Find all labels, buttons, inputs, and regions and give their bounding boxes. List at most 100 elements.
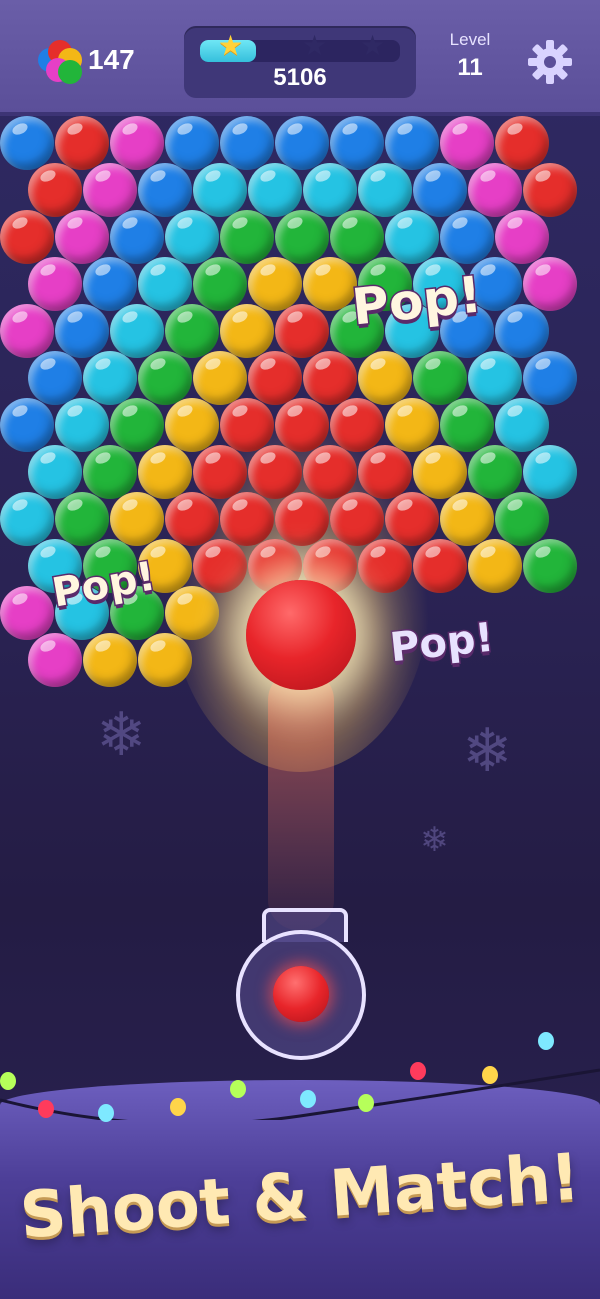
bubble	[55, 210, 109, 264]
light-bulb	[98, 1104, 114, 1122]
bubble	[192, 351, 247, 405]
aim-trail	[268, 670, 334, 930]
light-bulb	[538, 1032, 554, 1050]
bubble	[302, 351, 357, 405]
bubble	[0, 304, 54, 358]
light-bulb	[38, 1100, 54, 1118]
bubble	[440, 398, 494, 452]
bubble	[27, 257, 82, 311]
bubble	[302, 445, 357, 499]
bubble	[82, 163, 137, 217]
bubble	[165, 586, 219, 640]
bubble	[55, 398, 109, 452]
snowflake-icon: ❄	[96, 700, 147, 770]
bubble	[137, 445, 192, 499]
bubble	[137, 633, 192, 687]
bubble	[137, 351, 192, 405]
bubble	[495, 492, 549, 546]
bubble	[385, 492, 439, 546]
level-label: Level	[449, 30, 491, 49]
bubble	[357, 351, 412, 405]
gear-icon[interactable]	[526, 38, 574, 86]
shot-bubble	[246, 580, 356, 690]
bubble	[330, 116, 384, 170]
bubble	[467, 445, 522, 499]
light-bulb	[410, 1062, 426, 1080]
bubble	[467, 351, 522, 405]
bubble	[165, 492, 219, 546]
bubble	[110, 398, 164, 452]
bubble	[192, 257, 247, 311]
bubble	[220, 398, 274, 452]
star-icon: ★	[302, 29, 328, 62]
bubble	[247, 257, 302, 311]
light-bulb	[358, 1094, 374, 1112]
bubble	[330, 492, 384, 546]
bubble	[495, 210, 549, 264]
bubble	[0, 398, 54, 452]
bubble	[137, 257, 192, 311]
level-value: 11	[457, 54, 483, 81]
bubble	[110, 116, 164, 170]
score-value: 5106	[273, 64, 327, 91]
bubble	[385, 116, 439, 170]
light-bulb	[482, 1066, 498, 1084]
bubble	[27, 163, 82, 217]
bubble	[412, 163, 467, 217]
bubble	[247, 163, 302, 217]
bubble	[247, 445, 302, 499]
bubble	[27, 351, 82, 405]
bubble	[385, 398, 439, 452]
bubble	[27, 445, 82, 499]
bubble	[522, 257, 577, 311]
bubble	[192, 163, 247, 217]
light-string	[0, 1068, 600, 1120]
bubble	[330, 210, 384, 264]
bubble	[467, 163, 522, 217]
bubble	[0, 210, 54, 264]
bubble	[220, 304, 274, 358]
bubble	[220, 492, 274, 546]
bubble	[55, 116, 109, 170]
top-hud: 147 ★ ★ ★ 5106 Level 11	[0, 0, 600, 112]
bubble	[275, 304, 329, 358]
bubble	[522, 351, 577, 405]
bubble	[302, 257, 357, 311]
bubble	[275, 210, 329, 264]
bubble	[495, 398, 549, 452]
bubble	[165, 398, 219, 452]
light-bulb	[170, 1098, 186, 1116]
bubble	[440, 210, 494, 264]
bubble	[0, 116, 54, 170]
bubble	[192, 445, 247, 499]
bubble	[275, 492, 329, 546]
bubble	[0, 586, 54, 640]
bubble	[357, 163, 412, 217]
snowflake-icon: ❄	[420, 820, 449, 860]
bubble	[467, 539, 522, 593]
bubble	[522, 163, 577, 217]
bubble	[110, 492, 164, 546]
bubble	[55, 492, 109, 546]
bubble	[165, 116, 219, 170]
bubble	[247, 351, 302, 405]
bubble	[165, 210, 219, 264]
bubble	[137, 163, 192, 217]
coin-count: 147	[88, 44, 135, 75]
snowflake-icon: ❄	[462, 716, 513, 786]
light-bulb	[300, 1090, 316, 1108]
bubble	[55, 304, 109, 358]
bubble	[412, 445, 467, 499]
bubble	[165, 304, 219, 358]
light-bulb	[230, 1080, 246, 1098]
bubble	[440, 492, 494, 546]
bubble-cluster-icon	[34, 40, 84, 86]
bubble	[192, 539, 247, 593]
bubble	[82, 445, 137, 499]
bubble	[275, 398, 329, 452]
bubble	[275, 116, 329, 170]
bubble	[220, 210, 274, 264]
bubble	[82, 633, 137, 687]
loaded-bubble	[273, 966, 329, 1022]
bubble	[495, 116, 549, 170]
